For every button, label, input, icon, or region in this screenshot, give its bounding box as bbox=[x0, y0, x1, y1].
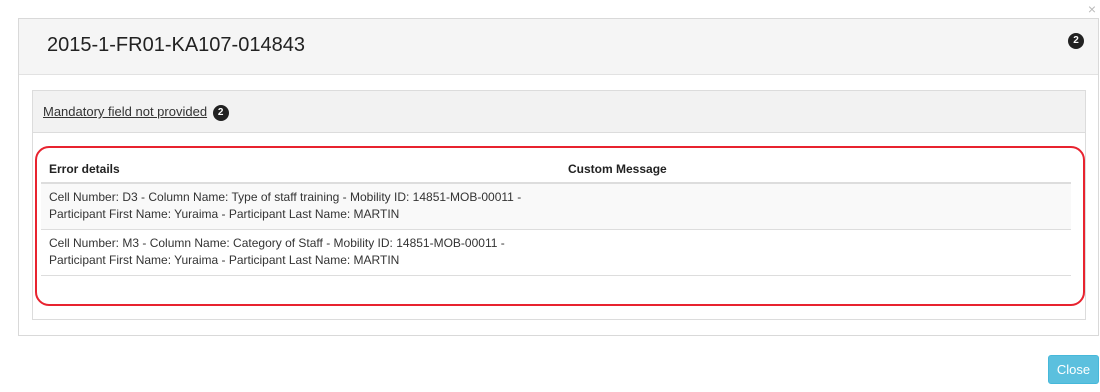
table-header-row: Error details Custom Message bbox=[41, 155, 1071, 184]
custom-message-cell bbox=[560, 183, 1071, 230]
error-details-cell: Cell Number: M3 - Column Name: Category … bbox=[41, 229, 560, 276]
table-row: Cell Number: M3 - Column Name: Category … bbox=[41, 229, 1071, 276]
error-details-cell: Cell Number: D3 - Column Name: Type of s… bbox=[41, 183, 560, 230]
close-button[interactable]: Close bbox=[1048, 355, 1099, 384]
custom-message-cell bbox=[560, 229, 1071, 276]
column-header-error-details: Error details bbox=[41, 155, 560, 184]
column-header-custom-message: Custom Message bbox=[560, 155, 1071, 184]
panel-heading-title[interactable]: Mandatory field not provided bbox=[43, 104, 207, 119]
modal-title: 2015-1-FR01-KA107-014843 bbox=[47, 34, 305, 56]
error-count-badge: 2 bbox=[1068, 33, 1084, 49]
error-table: Error details Custom Message Cell Number… bbox=[41, 155, 1071, 276]
dismiss-icon[interactable]: × bbox=[1088, 2, 1096, 16]
table-row: Cell Number: D3 - Column Name: Type of s… bbox=[41, 183, 1071, 230]
panel-error-count-badge: 2 bbox=[212, 105, 229, 121]
modal-header: 2015-1-FR01-KA107-014843 2 bbox=[19, 19, 1098, 75]
panel-heading[interactable]: Mandatory field not provided 2 bbox=[33, 91, 1085, 133]
